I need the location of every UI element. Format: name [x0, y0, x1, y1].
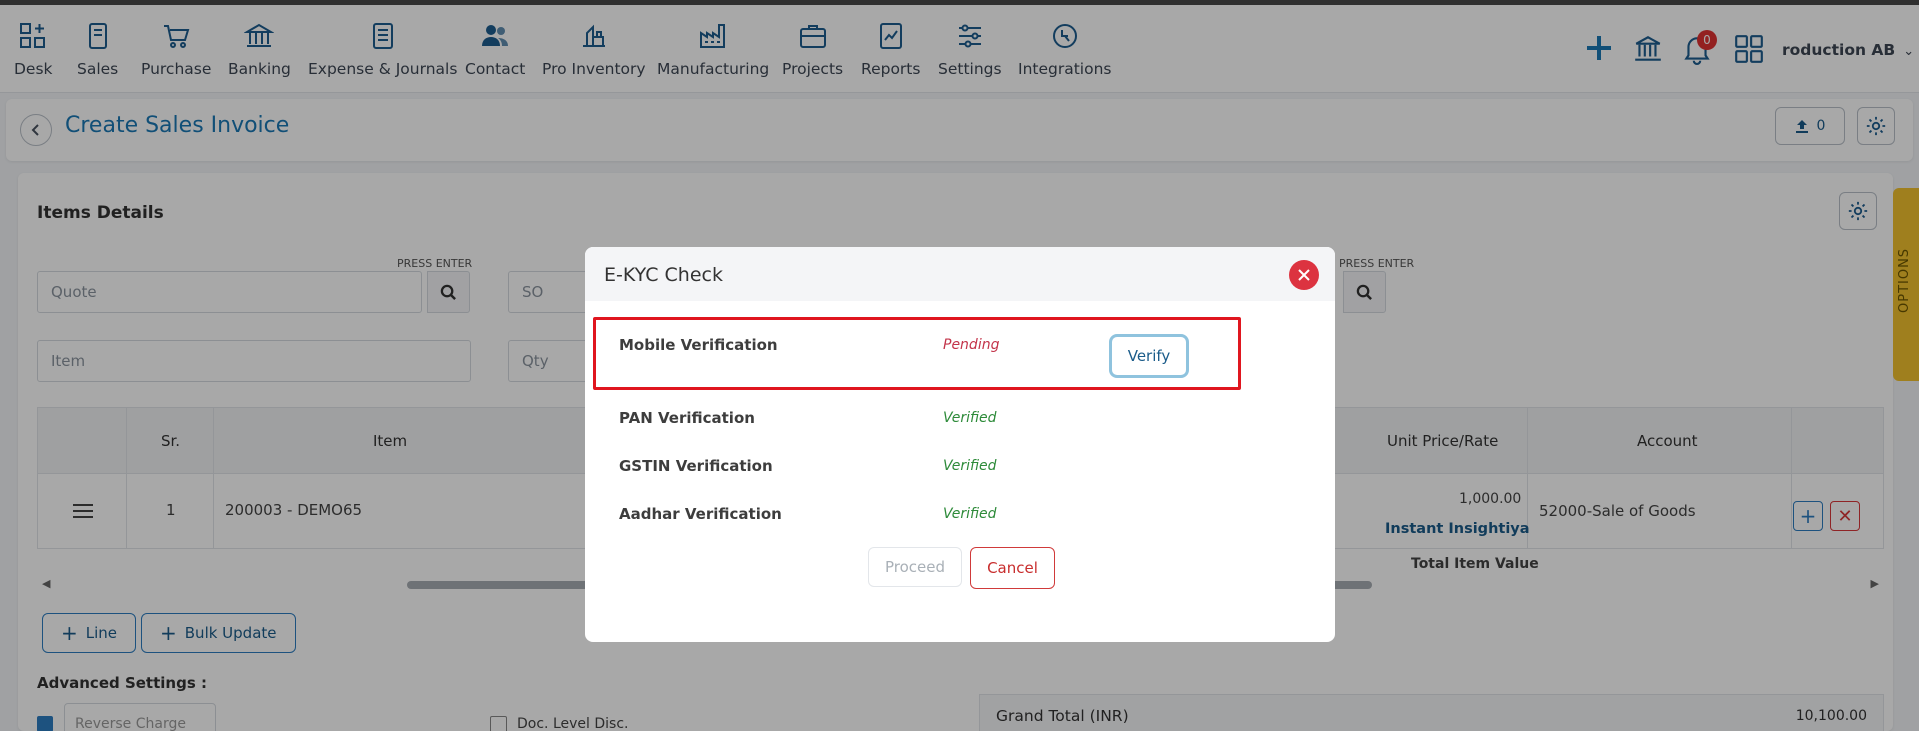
pan-verification-label: PAN Verification [619, 409, 755, 427]
gstin-verification-status: Verified [943, 458, 997, 474]
mobile-verification-label: Mobile Verification [619, 336, 778, 354]
aadhar-verification-label: Aadhar Verification [619, 505, 782, 523]
proceed-button[interactable]: Proceed [868, 547, 962, 587]
modal-header: E-KYC Check [585, 247, 1335, 301]
mobile-verification-status: Pending [943, 337, 1000, 353]
modal-title: E-KYC Check [604, 264, 723, 286]
modal-close-button[interactable] [1289, 260, 1319, 290]
close-icon [1298, 269, 1310, 281]
gstin-verification-label: GSTIN Verification [619, 457, 773, 475]
verify-mobile-button[interactable]: Verify [1109, 334, 1189, 378]
aadhar-verification-status: Verified [943, 506, 997, 522]
cancel-button[interactable]: Cancel [970, 547, 1055, 589]
pan-verification-status: Verified [943, 410, 997, 426]
ekyc-check-modal: E-KYC Check Mobile Verification Pending … [585, 247, 1335, 642]
